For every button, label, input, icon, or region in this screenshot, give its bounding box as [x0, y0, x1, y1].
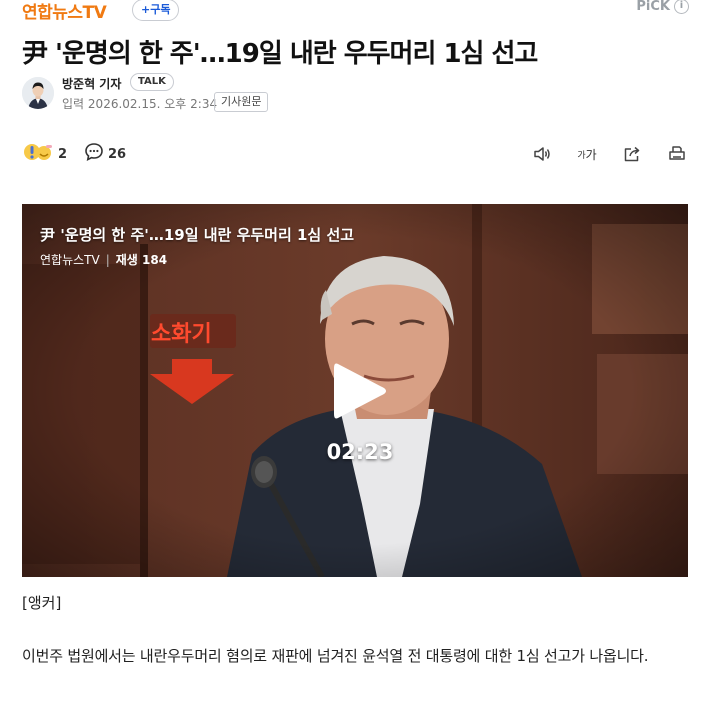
press-header: 연합뉴스TV +구독 PiCK i [22, 0, 689, 23]
video-duration: 02:23 [326, 440, 394, 464]
video-channel[interactable]: 연합뉴스TV [40, 253, 100, 267]
article-paragraph: 이번주 법원에서는 내란우두머리 혐의로 재판에 넘겨진 윤석열 전 대통령에 … [22, 647, 649, 665]
reaction-button[interactable]: 2 [22, 142, 67, 166]
sign-text: 소화기 [151, 322, 212, 347]
print-icon[interactable] [665, 142, 689, 166]
font-size-small-label: 가 [577, 150, 586, 161]
font-size-large-label: 가 [585, 147, 597, 162]
share-icon[interactable] [620, 142, 644, 166]
article-tools: 가가 [509, 142, 689, 166]
article-actions: 2 26 가가 [22, 142, 689, 166]
reaction-emoji-icon [22, 142, 54, 166]
talk-button[interactable]: TALK [130, 73, 174, 91]
reporter-avatar[interactable] [22, 77, 54, 109]
subscribe-button[interactable]: +구독 [132, 0, 180, 21]
publish-date: 입력 2026.02.15. 오후 2:34 [62, 95, 217, 112]
article-headline: 尹 '운명의 한 주'…19일 내란 우두머리 1심 선고 [22, 39, 538, 69]
reporter-name[interactable]: 방준혁 기자 [62, 75, 121, 92]
video-plays: 재생 184 [115, 253, 168, 267]
play-icon [334, 363, 386, 419]
press-logo[interactable]: 연합뉴스TV [22, 0, 107, 23]
video-meta: 연합뉴스TV | 재생 184 [40, 253, 168, 267]
play-button[interactable] [332, 360, 388, 422]
comment-count: 26 [108, 146, 127, 162]
speaker-icon[interactable] [530, 142, 554, 166]
video-title: 尹 '운명의 한 주'…19일 내란 우두머리 1심 선고 [40, 226, 355, 244]
font-size-button[interactable]: 가가 [575, 142, 599, 166]
pick-badge[interactable]: PiCK i [636, 0, 689, 14]
info-icon[interactable]: i [674, 0, 689, 14]
comment-button[interactable]: 26 [84, 142, 126, 166]
anchor-label: [앵커] [22, 594, 62, 612]
date-value: 2026.02.15. 오후 2:34 [87, 97, 218, 111]
reaction-count: 2 [58, 146, 68, 162]
date-label: 입력 [62, 97, 85, 111]
comment-icon [84, 142, 104, 166]
video-player[interactable]: 소화기 尹 '운명의 한 주'…19일 내란 우두머리 1심 선고 연합뉴스TV… [22, 204, 688, 577]
byline: 방준혁 기자 TALK 입력 2026.02.15. 오후 2:34 기사원문 [22, 73, 689, 113]
pick-label: PiCK [636, 0, 670, 14]
original-article-button[interactable]: 기사원문 [214, 92, 269, 112]
